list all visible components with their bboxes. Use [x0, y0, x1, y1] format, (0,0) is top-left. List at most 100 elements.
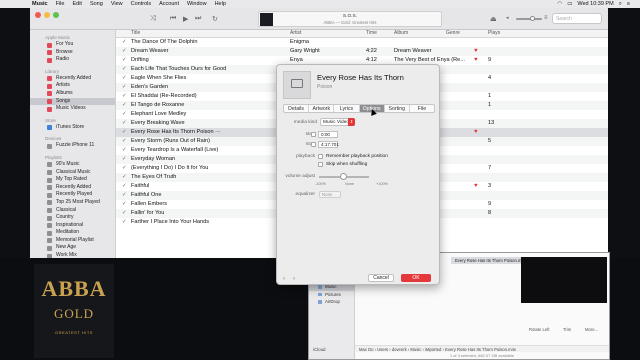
volume-slider[interactable] [516, 18, 542, 20]
start-field[interactable]: 0:00 [318, 131, 338, 138]
skip-shuffling-checkbox[interactable] [318, 162, 323, 167]
love-icon[interactable]: ♥ [474, 47, 482, 56]
album-cover[interactable]: ABBA GOLD GREATEST HITS [34, 264, 114, 358]
song-checkbox[interactable]: ✓ [122, 209, 128, 218]
sidebar-item[interactable]: Recently Played [30, 191, 115, 199]
sidebar-item[interactable]: For You [30, 41, 115, 49]
menu-window[interactable]: Window [187, 1, 207, 7]
next-icon[interactable]: ⏭ [195, 15, 201, 23]
song-checkbox[interactable]: ✓ [122, 173, 128, 182]
finder-path-bar[interactable]: Mac Do › Users › dovenrk › Music › iMpor… [355, 345, 609, 352]
menu-song[interactable]: Song [90, 1, 103, 7]
song-checkbox[interactable]: ✓ [122, 47, 128, 56]
next-song-icon[interactable]: › [293, 276, 295, 282]
sidebar-item[interactable]: Fuzzie iPhone 11 [30, 142, 115, 150]
song-row[interactable]: ✓ The Dance Of The Dolphin Enigma [116, 38, 608, 47]
rotate-left-button[interactable]: Rotate Left [529, 327, 550, 332]
stop-field[interactable]: 4:17.701 [318, 141, 339, 148]
artist-column-header[interactable]: Artist [290, 30, 366, 36]
sidebar-item[interactable]: Radio [30, 56, 115, 64]
song-checkbox[interactable]: ✓ [122, 182, 128, 191]
song-checkbox[interactable]: ✓ [122, 110, 128, 119]
equalizer-select[interactable]: None [319, 191, 341, 198]
airplay-icon[interactable]: ⏏ [490, 15, 497, 23]
song-checkbox[interactable]: ✓ [122, 146, 128, 155]
search-icon[interactable]: ⌕ [619, 1, 622, 8]
song-checkbox[interactable]: ✓ [122, 101, 128, 110]
love-icon[interactable]: ♥ [474, 182, 482, 191]
sidebar-item[interactable]: Memorial Playlist [30, 237, 115, 245]
tab-details[interactable]: Details [284, 105, 310, 112]
menu-music[interactable]: Music [32, 1, 48, 7]
sidebar-item[interactable]: Top 25 Most Played [30, 199, 115, 207]
remember-position-checkbox[interactable] [318, 154, 323, 159]
ok-button[interactable]: OK [401, 274, 431, 282]
now-playing-display[interactable]: S.O.S. ABBA — Gold: Greatest Hits [258, 11, 442, 27]
song-checkbox[interactable]: ✓ [122, 200, 128, 209]
trim-button[interactable]: Trim [563, 327, 571, 332]
sidebar-item[interactable]: 90's Music [30, 161, 115, 169]
sidebar-item[interactable]: Browse [30, 49, 115, 57]
love-icon[interactable]: ♥ [474, 56, 482, 65]
previous-song-icon[interactable]: ‹ [283, 276, 285, 282]
start-checkbox[interactable] [311, 132, 316, 137]
cancel-button[interactable]: Cancel [368, 274, 394, 282]
search-input[interactable]: Search [552, 13, 602, 24]
love-icon[interactable]: ♥ [474, 128, 482, 137]
song-checkbox[interactable]: ✓ [122, 119, 128, 128]
sidebar-item[interactable]: Artists [30, 82, 115, 90]
control-center-icon[interactable]: ≡ [627, 1, 630, 7]
song-row[interactable]: ✓ Dream Weaver Gary Wright 4:22 Dream Weaver… [116, 47, 608, 56]
menu-file[interactable]: File [56, 1, 65, 7]
stop-checkbox[interactable] [311, 142, 316, 147]
repeat-icon[interactable]: ↻ [212, 15, 218, 23]
song-checkbox[interactable]: ✓ [122, 128, 128, 137]
menu-account[interactable]: Account [159, 1, 179, 7]
previous-icon[interactable]: ⏮ [170, 15, 176, 23]
sidebar-item[interactable]: Classical [30, 207, 115, 215]
song-checkbox[interactable]: ✓ [122, 65, 128, 74]
play-icon[interactable]: ▶ [183, 15, 188, 23]
song-checkbox[interactable]: ✓ [122, 164, 128, 173]
song-checkbox[interactable]: ✓ [122, 218, 128, 227]
sidebar-item[interactable]: Songs [30, 97, 115, 106]
sidebar-item[interactable]: Inspirational [30, 222, 115, 230]
song-checkbox[interactable]: ✓ [122, 137, 128, 146]
song-checkbox[interactable]: ✓ [122, 74, 128, 83]
finder-sidebar-item[interactable]: Pictures [309, 291, 354, 299]
lyrics-icon[interactable]: ≡ [544, 15, 548, 21]
plays-column-header[interactable]: Plays [488, 30, 508, 36]
menu-help[interactable]: Help [215, 1, 226, 7]
close-window-button[interactable] [35, 12, 41, 18]
more-button[interactable]: More... [585, 327, 598, 332]
shuffle-icon[interactable]: ⤨ [150, 15, 156, 23]
sidebar-item[interactable]: Music Videos [30, 105, 115, 113]
sidebar-item[interactable]: Classical Music [30, 169, 115, 177]
sidebar-item[interactable]: Recently Added [30, 184, 115, 192]
song-checkbox[interactable]: ✓ [122, 83, 128, 92]
menubar-clock[interactable]: Wed 10:39 PM [577, 1, 613, 7]
sidebar-item[interactable]: My Top Rated [30, 176, 115, 184]
sidebar-item[interactable]: Albums [30, 90, 115, 98]
song-checkbox[interactable]: ✓ [122, 56, 128, 65]
minimize-window-button[interactable] [44, 12, 50, 18]
genre-column-header[interactable]: Genre [446, 30, 474, 36]
sidebar-item[interactable]: Country [30, 214, 115, 222]
song-checkbox[interactable]: ✓ [122, 191, 128, 200]
sidebar-item[interactable]: New Age [30, 244, 115, 252]
sidebar-item[interactable]: Recently Added [30, 75, 115, 83]
song-checkbox[interactable]: ✓ [122, 155, 128, 164]
tab-lyrics[interactable]: Lyrics [334, 105, 360, 112]
menu-controls[interactable]: Controls [131, 1, 151, 7]
finder-selected-file[interactable]: Every Rose Has Its Thorn Poison.m4v [451, 257, 523, 264]
title-column-header[interactable]: Title [131, 30, 251, 36]
battery-icon[interactable]: ▭ [567, 1, 572, 7]
zoom-window-button[interactable] [53, 12, 59, 18]
tab-artwork[interactable]: Artwork [309, 105, 335, 112]
sidebar-item[interactable]: iTunes Store [30, 124, 115, 132]
song-checkbox[interactable]: ✓ [122, 92, 128, 101]
menu-view[interactable]: View [111, 1, 123, 7]
volume-knob[interactable] [530, 16, 535, 21]
time-column-header[interactable]: Time [366, 30, 392, 36]
volume-adjust-knob[interactable] [340, 173, 347, 180]
